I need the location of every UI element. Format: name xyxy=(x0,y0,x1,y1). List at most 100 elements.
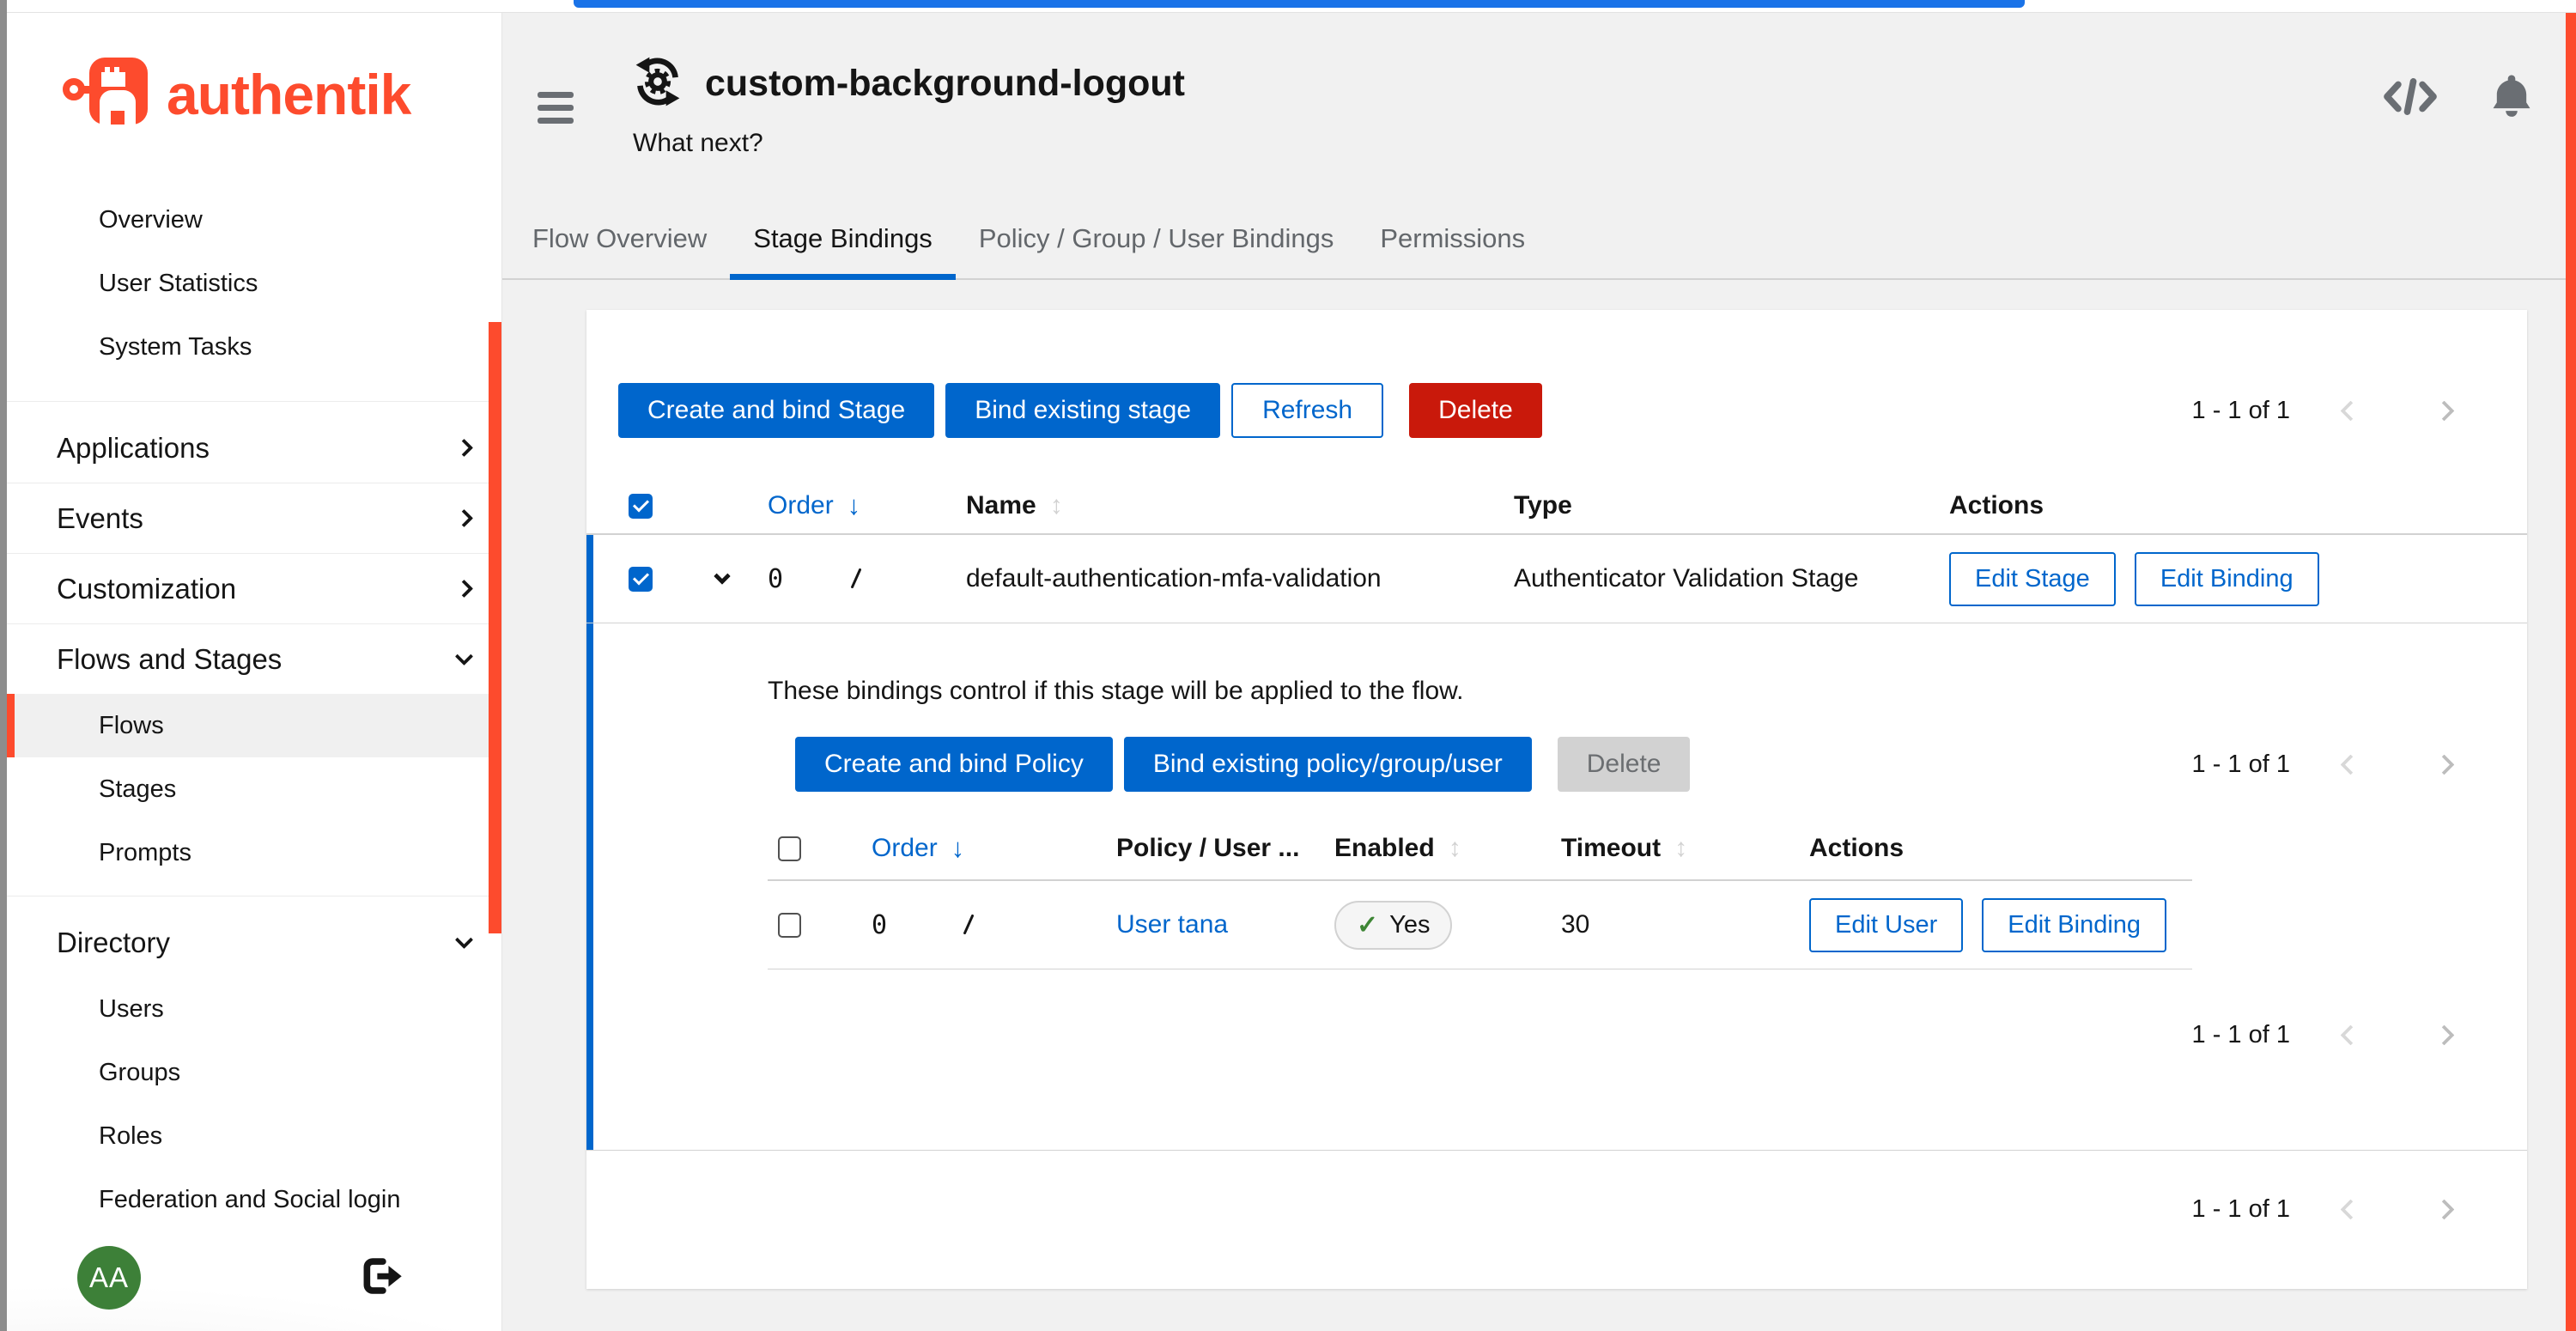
stage-order-value: 0 xyxy=(759,564,952,594)
create-and-bind-stage-button[interactable]: Create and bind Stage xyxy=(618,383,934,438)
refresh-button[interactable]: Refresh xyxy=(1231,383,1383,438)
pagination-prev-icon[interactable] xyxy=(2340,400,2360,421)
sidebar-item-groups[interactable]: Groups xyxy=(7,1041,501,1104)
logout-icon[interactable] xyxy=(363,1258,404,1298)
sidebar-item-user-statistics[interactable]: User Statistics xyxy=(7,252,501,315)
sort-desc-icon: ↓ xyxy=(848,490,861,521)
sidebar-item-roles[interactable]: Roles xyxy=(7,1104,501,1168)
column-header-name[interactable]: Name ↕ xyxy=(952,491,1485,520)
tab-permissions[interactable]: Permissions xyxy=(1357,208,1548,278)
api-code-icon[interactable] xyxy=(2382,76,2439,121)
bind-existing-policy-button[interactable]: Bind existing policy/group/user xyxy=(1124,737,1532,792)
tab-flow-overview[interactable]: Flow Overview xyxy=(509,208,730,278)
sidebar-group-label: Applications xyxy=(57,432,210,465)
sidebar-item-flows[interactable]: Flows xyxy=(7,694,501,757)
delete-policy-button-disabled[interactable]: Delete xyxy=(1558,737,1691,792)
tab-stage-bindings[interactable]: Stage Bindings xyxy=(730,208,956,278)
policy-table-header: Order ↓ Policy / User ... Enabled ↕ xyxy=(768,817,2192,881)
browser-top-strip xyxy=(7,0,2576,13)
sidebar-group-label: Customization xyxy=(57,573,236,605)
sort-desc-icon: ↓ xyxy=(951,833,965,864)
sidebar-footer: AA xyxy=(7,1230,501,1331)
delete-button[interactable]: Delete xyxy=(1409,383,1542,438)
sidebar-item-overview[interactable]: Overview xyxy=(7,188,501,252)
pagination-prev-icon[interactable] xyxy=(2340,1199,2360,1219)
sidebar-group-label: Directory xyxy=(57,927,170,959)
chevron-right-icon xyxy=(455,580,473,598)
collapse-row-icon[interactable] xyxy=(714,568,731,585)
pagination-next-icon[interactable] xyxy=(2433,754,2454,775)
sidebar-scrollbar[interactable] xyxy=(489,322,501,933)
pagination-next-icon[interactable] xyxy=(2433,1024,2454,1045)
stage-row-expansion: These bindings control if this stage wil… xyxy=(586,677,2527,1150)
row-checkbox[interactable] xyxy=(629,567,653,592)
column-header-timeout[interactable]: Timeout ↕ xyxy=(1546,834,1803,863)
pagination-next-icon[interactable] xyxy=(2433,400,2454,421)
sort-icon: ↕ xyxy=(1050,491,1063,520)
column-header-enabled[interactable]: Enabled ↕ xyxy=(1322,834,1546,863)
column-header-order[interactable]: Order ↓ xyxy=(759,490,952,521)
pagination-policies-bottom: 1 - 1 of 1 xyxy=(2192,1021,2451,1049)
sidebar-nav: Overview User Statistics System Tasks Ap… xyxy=(7,176,501,1331)
brand-logo[interactable]: authentik xyxy=(7,13,501,176)
edit-binding-button[interactable]: Edit Binding xyxy=(1982,898,2166,952)
column-header-order[interactable]: Order ↓ xyxy=(837,833,1099,864)
select-all-checkbox[interactable] xyxy=(629,494,653,519)
edit-binding-button[interactable]: Edit Binding xyxy=(2135,552,2319,606)
pagination-prev-icon[interactable] xyxy=(2340,1024,2360,1045)
pagination-top: 1 - 1 of 1 xyxy=(2192,397,2451,425)
user-avatar[interactable]: AA xyxy=(77,1246,141,1310)
window-edge xyxy=(0,0,7,1331)
enabled-status-label: Yes xyxy=(1389,911,1430,939)
sidebar-group-applications[interactable]: Applications xyxy=(7,413,501,483)
create-and-bind-policy-button[interactable]: Create and bind Policy xyxy=(795,737,1113,792)
edit-stage-button[interactable]: Edit Stage xyxy=(1949,552,2116,606)
sort-icon: ↕ xyxy=(1674,834,1687,863)
column-header-actions: Actions xyxy=(1918,491,2451,520)
sidebar-group-flows-and-stages[interactable]: Flows and Stages xyxy=(7,624,501,694)
page-subtitle: What next? xyxy=(633,129,2576,158)
pagination-bottom: 1 - 1 of 1 xyxy=(2192,1195,2451,1224)
sidebar-item-system-tasks[interactable]: System Tasks xyxy=(7,315,501,379)
divider xyxy=(7,401,501,402)
header-actions xyxy=(2382,73,2533,124)
page-scrollbar[interactable] xyxy=(2566,13,2576,1331)
check-icon: ✓ xyxy=(1357,910,1378,940)
edit-user-button[interactable]: Edit User xyxy=(1809,898,1963,952)
menu-toggle-button[interactable] xyxy=(538,92,575,131)
policy-table: Order ↓ Policy / User ... Enabled ↕ xyxy=(768,817,2192,969)
tab-policy-group-user-bindings[interactable]: Policy / Group / User Bindings xyxy=(956,208,1358,278)
chevron-down-icon xyxy=(455,931,473,949)
notifications-bell-icon[interactable] xyxy=(2490,73,2533,124)
stage-bindings-panel: Create and bind Stage Bind existing stag… xyxy=(586,310,2527,1289)
pagination-label: 1 - 1 of 1 xyxy=(2192,751,2290,779)
pagination-label: 1 - 1 of 1 xyxy=(2192,397,2290,425)
column-header-policy-user: Policy / User ... xyxy=(1099,834,1322,863)
policy-user-link[interactable]: User tana xyxy=(1099,910,1322,939)
sidebar-item-prompts[interactable]: Prompts xyxy=(7,821,501,884)
page-header: custom-background-logout What next? xyxy=(502,13,2576,158)
sidebar-item-federation-social-login[interactable]: Federation and Social login xyxy=(7,1168,501,1231)
sidebar-group-directory[interactable]: Directory xyxy=(7,908,501,977)
timeout-value: 30 xyxy=(1546,910,1803,939)
sort-icon: ↕ xyxy=(1449,834,1461,863)
policy-table-row: 0 User tana ✓ Yes 30 xyxy=(768,881,2192,969)
policy-toolbar: Create and bind Policy Bind existing pol… xyxy=(795,737,2451,792)
sidebar-group-customization[interactable]: Customization xyxy=(7,554,501,623)
bind-existing-stage-button[interactable]: Bind existing stage xyxy=(945,383,1220,438)
stage-type-value: Authenticator Validation Stage xyxy=(1485,564,1918,593)
chevron-down-icon xyxy=(455,647,473,666)
sidebar: authentik Overview User Statistics Syste… xyxy=(7,13,502,1331)
pagination-label: 1 - 1 of 1 xyxy=(2192,1021,2290,1049)
row-checkbox[interactable] xyxy=(778,913,801,938)
loading-progress-bar xyxy=(574,0,2025,8)
pagination-prev-icon[interactable] xyxy=(2340,754,2360,775)
stage-toolbar: Create and bind Stage Bind existing stag… xyxy=(586,310,2527,438)
sidebar-item-stages[interactable]: Stages xyxy=(7,757,501,821)
sidebar-item-users[interactable]: Users xyxy=(7,977,501,1041)
sidebar-group-events[interactable]: Events xyxy=(7,483,501,553)
stage-table-row: 0 default-authentication-mfa-validation … xyxy=(586,535,2527,623)
expanded-row-block: 0 default-authentication-mfa-validation … xyxy=(586,535,2527,1151)
pagination-next-icon[interactable] xyxy=(2433,1199,2454,1219)
select-all-policies-checkbox[interactable] xyxy=(778,836,801,861)
